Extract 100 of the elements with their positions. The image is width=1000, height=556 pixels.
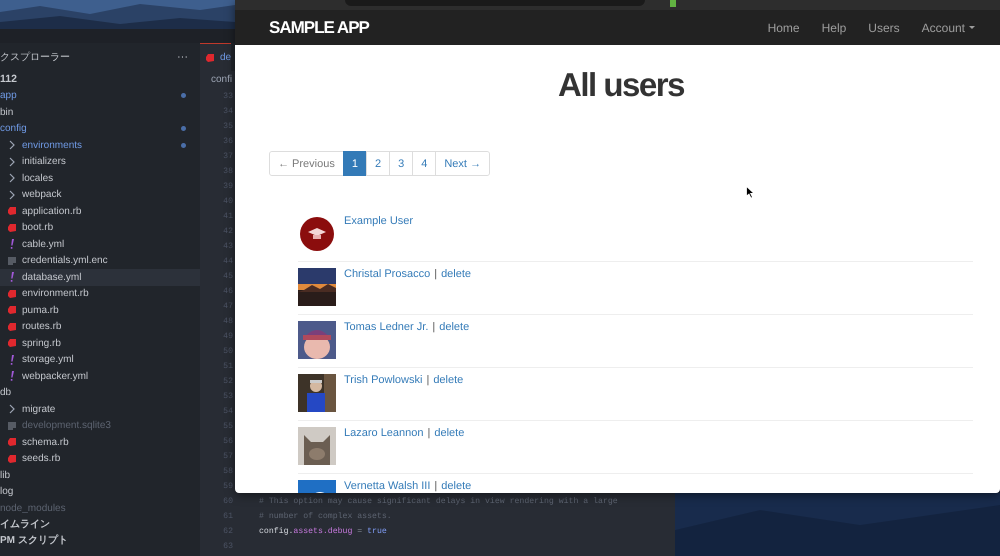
tree-row[interactable]: migrate	[0, 401, 200, 418]
folder-name: webpack	[22, 189, 62, 200]
editor-tab[interactable]: de	[200, 43, 232, 71]
lines-icon	[7, 256, 17, 266]
separator: |	[426, 374, 430, 386]
tree-row[interactable]: database.yml	[0, 269, 200, 286]
gem-icon	[7, 222, 17, 233]
file-name: development.sqlite3	[22, 420, 111, 432]
separator: |	[434, 268, 438, 280]
panel-title: クスプローラー	[0, 50, 70, 64]
gem-icon	[7, 454, 17, 464]
gem-icon	[7, 206, 17, 216]
lines-icon	[7, 420, 17, 431]
file-name: environment.rb	[22, 288, 89, 300]
tree-row[interactable]: cable.yml	[0, 236, 200, 252]
nav-link[interactable]: Users	[868, 20, 900, 34]
separator: |	[434, 480, 438, 492]
delete-link[interactable]: delete	[441, 268, 472, 280]
tree-row[interactable]: webpacker.yml	[0, 368, 200, 384]
file-name: log	[0, 486, 14, 498]
status-icon[interactable]	[670, 0, 676, 7]
delete-link[interactable]: delete	[439, 321, 470, 333]
tree-row[interactable]: application.rb	[0, 203, 200, 220]
separator: |	[428, 427, 430, 439]
app-logo[interactable]: SAMPLE APP	[269, 18, 369, 38]
file-name: credentials.yml.enc	[22, 255, 108, 266]
gem-icon	[7, 305, 17, 316]
folder-name: initializers	[22, 156, 66, 168]
user-link[interactable]: Example User	[344, 215, 414, 227]
file-name: boot.rb	[22, 222, 54, 234]
page-link[interactable]: 2	[366, 151, 390, 176]
delete-link[interactable]: delete	[433, 374, 464, 386]
file-name: database.yml	[22, 272, 82, 283]
more-actions[interactable]: ···	[177, 51, 188, 63]
tree-row[interactable]: seeds.rb	[0, 450, 200, 467]
page-link[interactable]: 3	[389, 151, 414, 176]
page-title: All users	[557, 65, 686, 105]
file-name: bin	[0, 106, 14, 118]
file-name: app	[0, 90, 17, 102]
chevron-icon	[7, 173, 17, 184]
tree-row[interactable]: locales	[0, 170, 200, 186]
page-link[interactable]: Next →	[435, 151, 490, 176]
nav-link[interactable]: Home	[768, 20, 800, 34]
tree-row[interactable]: config	[0, 120, 200, 137]
gem-icon	[7, 338, 17, 348]
tree-row[interactable]: lib	[0, 467, 200, 484]
caret-icon	[969, 26, 975, 29]
file-name: routes.rb	[22, 321, 62, 332]
delete-link[interactable]: delete	[434, 427, 464, 439]
file-name: puma.rb	[22, 304, 59, 316]
folder-name: migrate	[22, 404, 56, 415]
tree-row[interactable]: schema.rb	[0, 434, 200, 450]
folder-name: locales	[22, 172, 54, 184]
tree-row[interactable]: db	[0, 384, 200, 401]
tree-row[interactable]: routes.rb	[0, 318, 200, 335]
tree-row[interactable]: bin	[0, 104, 200, 120]
folder-name: config	[0, 123, 27, 134]
file-name: webpacker.yml	[22, 370, 88, 382]
tree-row[interactable]: credentials.yml.enc	[0, 252, 200, 269]
file-name: lib	[0, 470, 10, 481]
chevron-icon	[7, 190, 17, 200]
chevron-icon	[7, 156, 17, 167]
nav-link[interactable]: Account	[922, 20, 975, 34]
file-name: application.rb	[22, 206, 82, 217]
tree-row[interactable]: app	[0, 88, 200, 104]
file-name: storage.yml	[22, 354, 74, 366]
file-name: node_modules	[0, 502, 66, 514]
delete-link[interactable]: delete	[441, 480, 472, 492]
folder-name: db	[0, 387, 12, 398]
section-header[interactable]: イムライン	[0, 516, 200, 533]
file-name: spring.rb	[22, 338, 61, 349]
chevron-icon	[7, 404, 17, 414]
tree-row[interactable]: initializers	[0, 154, 200, 170]
tree-row[interactable]: puma.rb	[0, 302, 200, 318]
user-link[interactable]: Christal Prosacco	[344, 268, 430, 280]
file-name: seeds.rb	[22, 453, 60, 464]
section-header[interactable]: PM スクリプト	[0, 533, 200, 550]
folder-name: 112	[0, 72, 18, 87]
gem-icon	[7, 437, 17, 448]
breadcrumb[interactable]: confi	[211, 71, 232, 89]
tree-row[interactable]: webpack	[0, 186, 200, 203]
file-name: schema.rb	[22, 436, 69, 448]
tree-row[interactable]: log	[0, 484, 200, 500]
code-line: config.assets.debug = true	[259, 527, 387, 536]
user-link[interactable]: Lazaro Leannon	[344, 427, 424, 439]
tree-row[interactable]: environments	[0, 137, 200, 154]
cursor-icon	[746, 186, 755, 199]
user-link[interactable]: Vernetta Walsh III	[344, 480, 430, 492]
tree-row[interactable]: storage.yml	[0, 352, 200, 368]
tree-row[interactable]: boot.rb	[0, 220, 200, 236]
chevron-icon	[7, 140, 17, 150]
code-line: # This option may cause significant delays in view rendering with a large	[259, 497, 618, 506]
tree-row[interactable]: environment.rb	[0, 286, 200, 302]
nav-link[interactable]: Help	[822, 20, 846, 34]
page-link[interactable]: 1	[342, 151, 367, 176]
user-link[interactable]: Trish Powlowski	[344, 374, 422, 386]
page-link[interactable]: 4	[412, 151, 436, 176]
user-link[interactable]: Tomas Ledner Jr.	[344, 321, 428, 333]
gem-icon	[7, 322, 17, 332]
tree-row[interactable]: spring.rb	[0, 335, 200, 352]
